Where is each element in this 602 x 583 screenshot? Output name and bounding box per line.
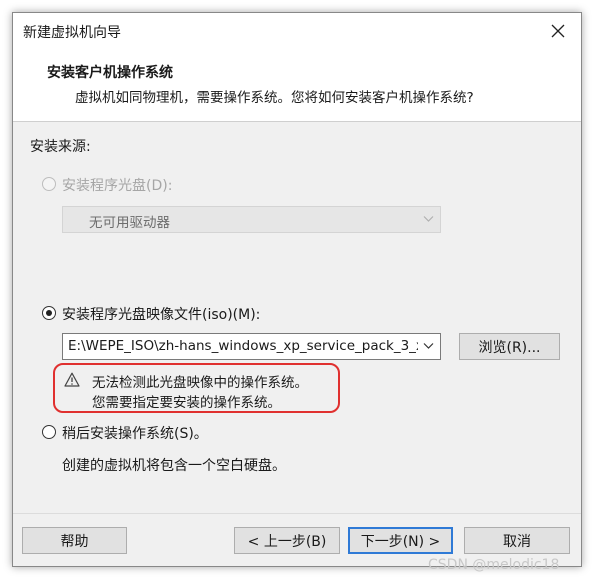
drive-select[interactable]: 无可用驱动器 [62, 206, 441, 233]
chevron-down-icon [423, 343, 434, 349]
new-vm-wizard-window: 新建虚拟机向导 安装客户机操作系统 虚拟机如同物理机，需要操作系统。您将如何安装… [12, 12, 582, 567]
iso-path-combo[interactable]: E:\WEPE_ISO\zh-hans_windows_xp_service_p… [62, 333, 441, 360]
cancel-button[interactable]: 取消 [464, 527, 570, 554]
window-title: 新建虚拟机向导 [23, 25, 121, 41]
install-later-label: 稍后安装操作系统(S)。 [62, 426, 208, 442]
next-button[interactable]: 下一步(N) > [348, 527, 453, 554]
close-button[interactable] [535, 13, 581, 49]
warning-line-1: 无法检测此光盘映像中的操作系统。 [92, 375, 308, 391]
chevron-down-icon [423, 216, 434, 222]
drive-select-value: 无可用驱动器 [89, 215, 170, 231]
page-title: 安装客户机操作系统 [47, 65, 173, 81]
page-subtitle: 虚拟机如同物理机，需要操作系统。您将如何安装客户机操作系统? [75, 90, 474, 106]
install-later-radio[interactable] [42, 425, 56, 439]
watermark: CSDN @melodic18 [428, 557, 560, 573]
install-source-label: 安装来源: [30, 139, 91, 155]
wizard-header: 安装客户机操作系统 虚拟机如同物理机，需要操作系统。您将如何安装客户机操作系统? [13, 49, 581, 122]
install-later-note: 创建的虚拟机将包含一个空白硬盘。 [62, 458, 286, 474]
title-bar: 新建虚拟机向导 [13, 13, 581, 49]
iso-radio[interactable] [42, 306, 56, 320]
help-button[interactable]: 帮助 [22, 527, 127, 554]
warning-line-2: 您需要指定要安装的操作系统。 [92, 395, 281, 411]
browse-button[interactable]: 浏览(R)... [459, 333, 560, 360]
warning-icon [64, 372, 80, 387]
iso-radio-label: 安装程序光盘映像文件(iso)(M): [62, 307, 261, 323]
disc-radio-label: 安装程序光盘(D): [62, 178, 173, 194]
disc-radio[interactable] [42, 177, 56, 191]
iso-path-value: E:\WEPE_ISO\zh-hans_windows_xp_service_p… [68, 338, 418, 354]
close-icon [551, 24, 565, 38]
back-button[interactable]: < 上一步(B) [234, 527, 340, 554]
